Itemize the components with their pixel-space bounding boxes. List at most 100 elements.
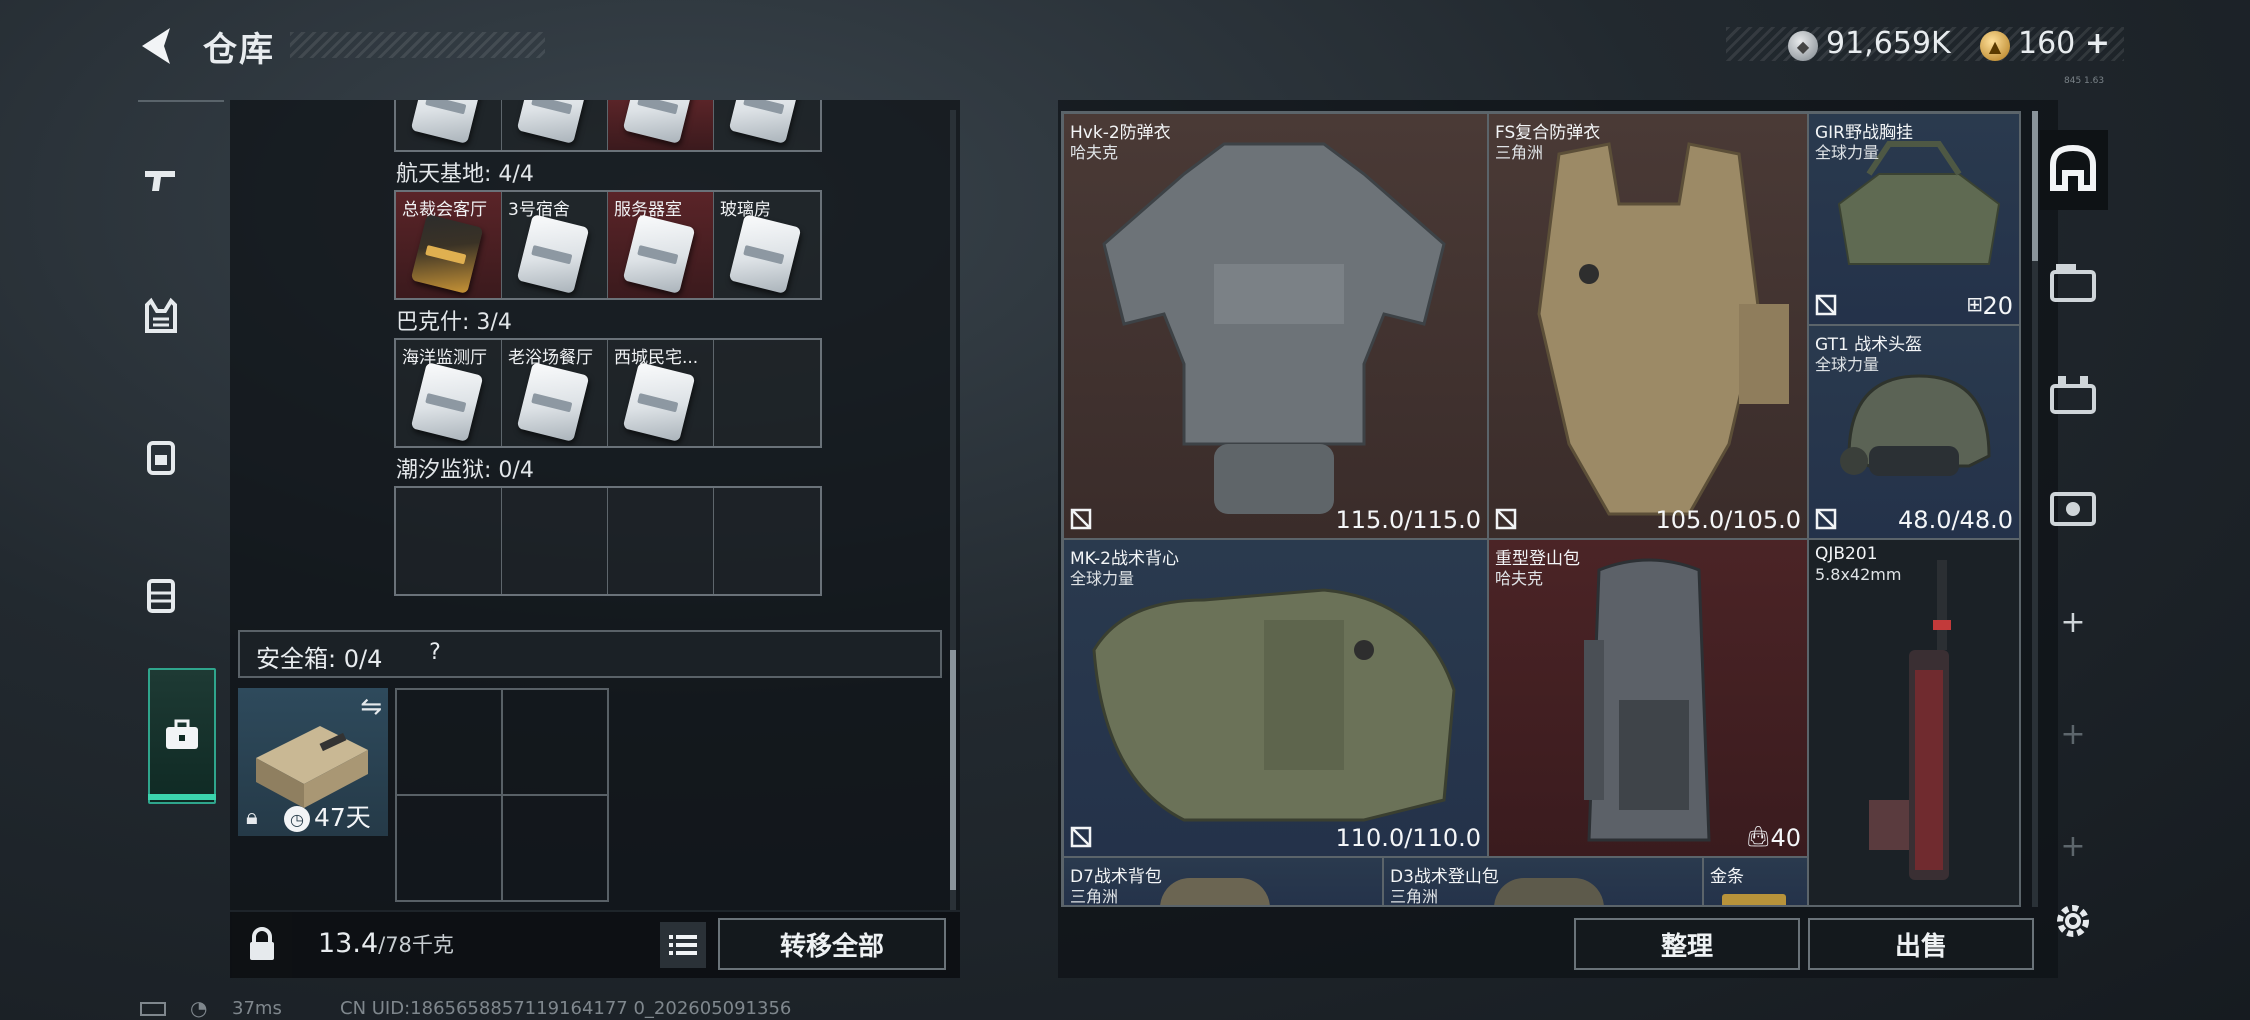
item-durability: 115.0/115.0: [1335, 506, 1482, 534]
currency-add-button[interactable]: +: [2085, 26, 2110, 61]
keycard-image: [622, 213, 696, 295]
item-brand: 全球力量: [1815, 143, 1880, 162]
pistol-icon: [145, 171, 175, 191]
safe-box-empty-slots[interactable]: [395, 688, 609, 902]
add-slot-button[interactable]: +: [2045, 594, 2101, 650]
inventory-item[interactable]: D7战术背包 三角洲: [1063, 857, 1383, 906]
inventory-item[interactable]: FS复合防弹衣 三角洲 105.0/105.0: [1488, 113, 1808, 539]
backpack-image: [1494, 878, 1604, 905]
safe-box-icon: [166, 719, 198, 749]
item-capacity: 20: [1982, 292, 2013, 320]
inventory-item[interactable]: QJB201 5.8x42mm: [1808, 539, 2019, 905]
sort-button[interactable]: 整理: [1574, 918, 1800, 970]
lock-button[interactable]: [232, 912, 292, 978]
swap-icon[interactable]: ⇋: [360, 692, 382, 722]
item-brand: 三角洲: [1495, 143, 1544, 162]
help-icon[interactable]: ?: [420, 637, 450, 667]
back-arrow-icon: [142, 28, 170, 64]
item-capacity: 40: [1770, 824, 1801, 852]
safe-box-item[interactable]: ⇋ 🔒︎ ◷ 47天: [238, 688, 388, 836]
add-slot-button[interactable]: +: [2045, 706, 2101, 762]
keycard-name: 老浴场餐厅: [508, 348, 593, 368]
add-slot-button[interactable]: +: [2045, 818, 2101, 874]
keycard-row: [394, 486, 822, 596]
title-decoration: [290, 32, 545, 58]
item-brand: 全球力量: [1815, 355, 1880, 374]
no-insurance-icon: [1070, 508, 1092, 530]
keycard-slot[interactable]: 总裁会客厅: [396, 192, 502, 298]
keycard-slot[interactable]: 海洋监测厅: [396, 340, 502, 446]
currency-silver-value: 91,659K: [1826, 26, 1951, 61]
inventory-grid[interactable]: Hvk-2防弹衣 哈夫克 115.0/115.0 FS复合防弹衣 三角洲 105…: [1061, 111, 2021, 907]
inventory-item[interactable]: GIR野战胸挂 全球力量 ⊞ 20: [1808, 113, 2019, 325]
keycard-slot[interactable]: 西城民宅...: [608, 340, 714, 446]
inventory-item[interactable]: D3战术登山包 三角洲: [1383, 857, 1703, 905]
keycard-image: [728, 213, 802, 295]
section-label: 潮汐监狱: 0/4: [396, 458, 534, 483]
keycard-slot-empty[interactable]: [714, 340, 820, 446]
capacity-icon: ⊞: [1966, 292, 1983, 316]
nav-all-items[interactable]: [2045, 140, 2101, 196]
sell-button[interactable]: 出售: [1808, 918, 2034, 970]
nav-rig-slot[interactable]: [2045, 366, 2101, 422]
rig-icon: [147, 579, 175, 613]
keycard-image: [410, 213, 484, 295]
keycard-slot[interactable]: [714, 100, 820, 150]
keycard-slot[interactable]: 服务器室: [608, 192, 714, 298]
keycard-slot[interactable]: 老浴场餐厅: [502, 340, 608, 446]
item-brand: 三角洲: [1070, 887, 1119, 906]
back-button[interactable]: [136, 24, 180, 68]
inventory-item[interactable]: 金条: [1703, 857, 1808, 905]
no-insurance-icon: [1815, 294, 1837, 316]
inventory-scroll-thumb[interactable]: [2032, 111, 2038, 261]
nav-backpack[interactable]: [138, 434, 184, 480]
keycard-slot[interactable]: [396, 100, 502, 150]
section-label: 巴克什: 3/4: [396, 310, 512, 335]
list-view-button[interactable]: [660, 922, 706, 968]
safe-box-time: 47天: [314, 803, 371, 832]
keycard-name: 海洋监测厅: [402, 348, 487, 368]
item-name: 金条: [1710, 867, 1744, 887]
no-insurance-icon: [1070, 826, 1092, 848]
keycard-slot-empty[interactable]: [608, 488, 714, 594]
keycard-slot-empty[interactable]: [714, 488, 820, 594]
nav-bag-slot[interactable]: [2045, 478, 2101, 534]
nav-armor-slot[interactable]: [2045, 254, 2101, 310]
bag-slot-icon: [2050, 492, 2096, 526]
weight-display: 13.4/78千克: [318, 928, 454, 959]
storage-scroll-thumb[interactable]: [950, 650, 956, 890]
nav-rig[interactable]: [138, 572, 184, 618]
list-icon: [669, 935, 697, 955]
version-text: 845 1.63: [2064, 76, 2105, 86]
keycard-slot-empty[interactable]: [396, 488, 502, 594]
currency-gold[interactable]: 160 +: [2018, 26, 2110, 61]
inventory-item[interactable]: 重型登山包 哈夫克 👜︎ 40: [1488, 539, 1808, 857]
nav-armor[interactable]: [138, 294, 184, 340]
vest-icon: [145, 297, 177, 333]
backpack-icon: [147, 441, 175, 475]
item-brand: 哈夫克: [1495, 569, 1544, 588]
safe-box-label: 安全箱: 0/4: [256, 645, 383, 673]
keycard-image: [516, 361, 590, 443]
helmet-slot-icon: [2050, 144, 2096, 191]
top-bar: 仓库 ◆ 91,659K ▲ 160 + 845 1.63: [0, 0, 2250, 100]
keycard-slot[interactable]: 3号宿舍: [502, 192, 608, 298]
settings-button[interactable]: [2052, 900, 2094, 942]
keycard-slot[interactable]: 玻璃房: [714, 192, 820, 298]
section-label: 航天基地: 4/4: [396, 162, 534, 187]
item-durability: 105.0/105.0: [1655, 506, 1802, 534]
keycard-slot-empty[interactable]: [502, 488, 608, 594]
status-bar: ◔ 37ms CN UID:1865658857119164177 0_2026…: [140, 996, 1040, 1020]
keycard-slot[interactable]: [608, 100, 714, 150]
padlock-icon: [250, 927, 274, 960]
armor-image: [1102, 142, 1446, 514]
keycard-slot[interactable]: [502, 100, 608, 150]
inventory-item[interactable]: GT1 战术头盔 全球力量 48.0/48.0: [1808, 325, 2019, 539]
armor-image: [1537, 142, 1789, 516]
nav-weapon[interactable]: [138, 156, 184, 202]
transfer-all-button[interactable]: 转移全部: [718, 918, 946, 970]
item-brand: 哈夫克: [1070, 143, 1119, 162]
inventory-item[interactable]: Hvk-2防弹衣 哈夫克 115.0/115.0: [1063, 113, 1488, 539]
inventory-item[interactable]: MK-2战术背心 全球力量 110.0/110.0: [1063, 539, 1488, 857]
gold-coin-icon: ▲: [1980, 31, 2010, 61]
